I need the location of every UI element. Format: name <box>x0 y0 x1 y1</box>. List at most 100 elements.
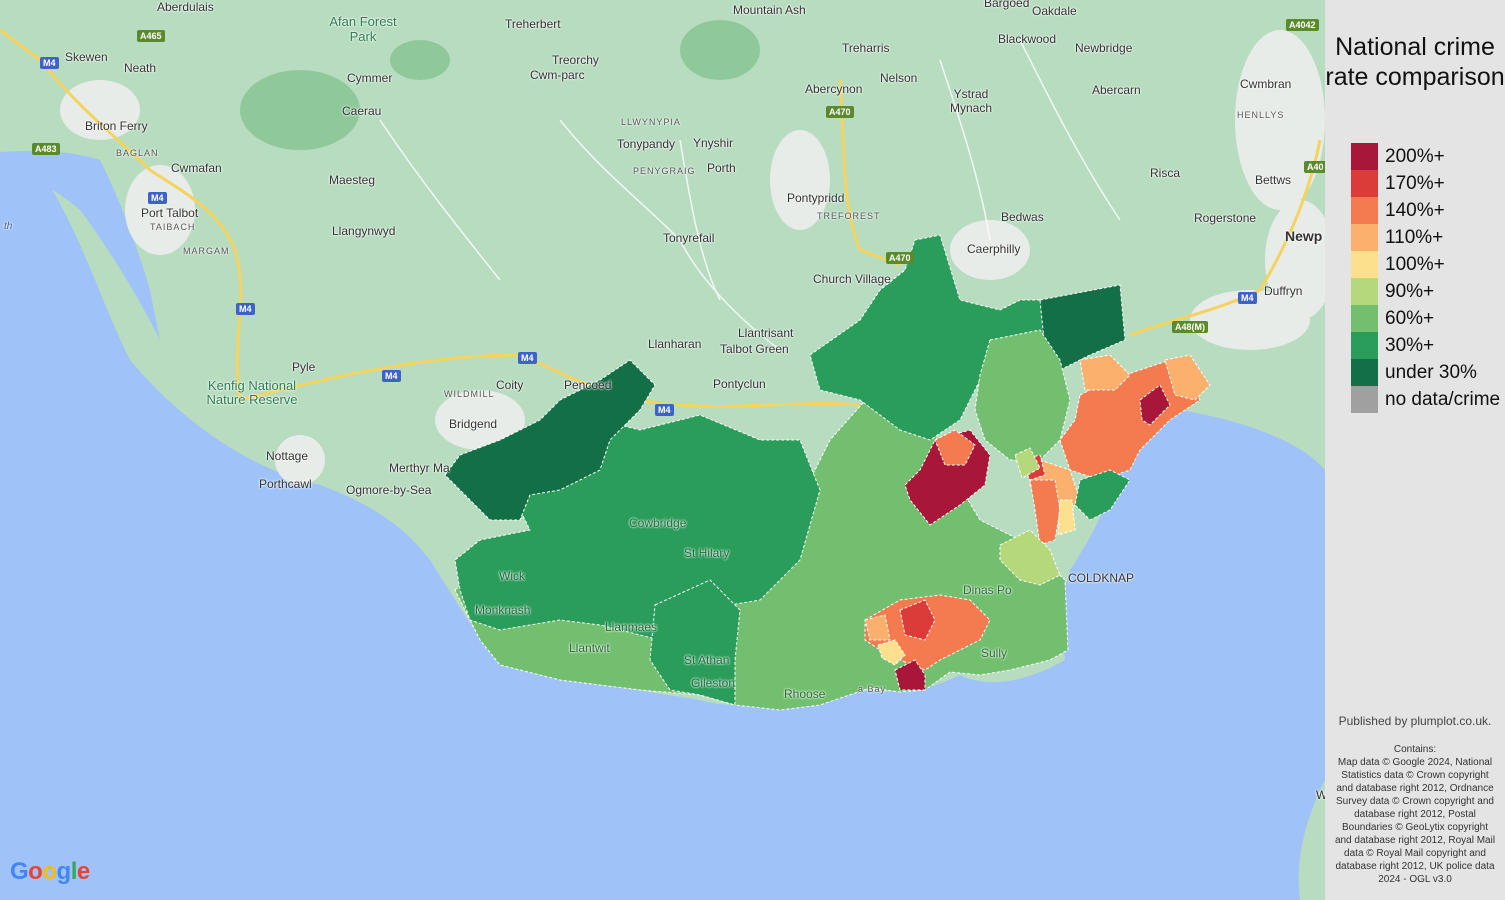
legend-swatch <box>1351 224 1378 251</box>
place-label: Bettws <box>1255 173 1292 187</box>
place-label: Llangynwyd <box>332 224 396 238</box>
place-label: Skewen <box>65 50 108 64</box>
place-label: Mountain Ash <box>733 3 806 17</box>
road-shield: M4 <box>1238 292 1257 304</box>
legend-swatch <box>1351 359 1378 386</box>
road-shield: M4 <box>655 404 674 416</box>
legend-item: 90%+ <box>1351 278 1434 305</box>
place-label: Pontyclun <box>713 377 766 391</box>
road-shield: A465 <box>137 30 165 42</box>
place-label: TREFOREST <box>817 211 881 221</box>
place-label: Merthyr Ma <box>389 461 450 475</box>
place-label: Ogmore-by-Sea <box>346 483 432 497</box>
place-label: Cwmbran <box>1240 77 1292 91</box>
legend-swatch <box>1351 197 1378 224</box>
place-label: Briton Ferry <box>85 119 148 133</box>
place-label: Gileston <box>691 676 736 690</box>
place-label: Tonyrefail <box>663 231 715 245</box>
legend-item: 30%+ <box>1351 332 1434 359</box>
legend-label: under 30% <box>1385 361 1477 383</box>
road-shield: A48(M) <box>1172 321 1209 333</box>
legend-label: 60%+ <box>1385 307 1435 329</box>
legend-item: under 30% <box>1351 359 1477 386</box>
legend-item: 140%+ <box>1351 197 1445 224</box>
legend-label: 100%+ <box>1385 253 1445 275</box>
place-label: LLWYNYPIA <box>621 117 681 127</box>
place-label: Aberdulais <box>157 0 214 14</box>
road-shield: A4042 <box>1286 19 1319 31</box>
place-label: Neath <box>124 61 157 75</box>
place-label: TAIBACH <box>150 222 196 232</box>
place-label: Rogerstone <box>1194 211 1257 225</box>
place-label: Cymmer <box>347 71 393 85</box>
place-label: Llanharan <box>648 337 702 351</box>
legend-label: 30%+ <box>1385 334 1435 356</box>
place-label: Newbridge <box>1075 41 1133 55</box>
place-label: Port Talbot <box>141 206 199 220</box>
road-shield: M4 <box>236 303 255 315</box>
road-shield: A470 <box>886 252 914 264</box>
place-label: St Hilary <box>684 546 730 560</box>
place-label: Nottage <box>266 449 309 463</box>
place-label: Ynyshir <box>693 136 734 150</box>
road-shield: A40 <box>1304 161 1325 173</box>
legend-item: 200%+ <box>1351 143 1445 170</box>
place-label: Nelson <box>880 71 918 85</box>
attribution-text: Contains: Map data © Google 2024, Nation… <box>1334 744 1496 885</box>
published-by: Published by plumplot.co.uk. <box>1338 714 1492 728</box>
place-label: Porth <box>707 161 736 175</box>
place-label: Abercarn <box>1092 83 1141 97</box>
road-shield: A470 <box>826 106 854 118</box>
place-label: Kenfig National Nature Reserve <box>206 378 298 407</box>
place-label: Coity <box>496 378 524 392</box>
legend-item: 110%+ <box>1351 224 1443 251</box>
place-label: WILDMILL <box>444 389 495 399</box>
place-label: Caerau <box>342 104 382 118</box>
place-label: Newp <box>1285 228 1323 244</box>
place-label: W <box>1316 788 1325 802</box>
google-logo: Google <box>10 858 90 885</box>
legend-label: no data/crime <box>1385 388 1501 410</box>
legend-item: 170%+ <box>1351 170 1445 197</box>
place-label: Monknash <box>475 603 531 617</box>
place-label: Oakdale <box>1032 4 1077 18</box>
place-label: Blackwood <box>998 32 1057 46</box>
place-label: Afan Forest Park <box>329 14 397 44</box>
place-label: Talbot Green <box>720 342 789 356</box>
place-label: Rhoose <box>784 687 826 701</box>
road-shield: M4 <box>148 192 167 204</box>
place-label: Pencoed <box>564 378 612 392</box>
place-label: PENYGRAIG <box>633 166 696 176</box>
place-label: St Athan <box>684 653 730 667</box>
legend-swatch <box>1351 305 1378 332</box>
place-label: Cwmafan <box>171 161 222 175</box>
place-label: Church Village <box>813 272 891 286</box>
place-label: Abercynon <box>805 82 863 96</box>
legend-swatch <box>1351 278 1378 305</box>
legend-swatch <box>1351 251 1378 278</box>
region-grangetown <box>1057 499 1076 536</box>
place-label: Caerphilly <box>967 242 1021 256</box>
place-label: Pontypridd <box>787 191 845 205</box>
place-label: Bargoed <box>984 0 1030 10</box>
legend-panel: National crime rate comparison 200%+ 170%… <box>1325 0 1505 900</box>
place-label: Wick <box>499 569 525 583</box>
place-label: th <box>4 221 13 232</box>
map-area[interactable]: Aberdulais Skewen Neath Afan Forest Park… <box>0 0 1325 900</box>
place-label: MARGAM <box>183 246 230 256</box>
place-label: Llantrisant <box>738 326 794 340</box>
place-label: Treorchy <box>552 53 599 67</box>
road-shield: A483 <box>32 143 60 155</box>
road-shield: M4 <box>518 352 537 364</box>
place-label: Bedwas <box>1001 210 1044 224</box>
legend-swatch <box>1351 170 1378 197</box>
place-label: Porthcawl <box>259 477 312 491</box>
legend-item: 100%+ <box>1351 251 1445 278</box>
road-shield: M4 <box>40 57 59 69</box>
place-label: Treharris <box>842 41 890 55</box>
legend-swatch <box>1351 143 1378 170</box>
place-label: Sully <box>981 646 1008 660</box>
legend-label: 200%+ <box>1385 145 1445 167</box>
place-label: COLDKNAP <box>1068 571 1135 585</box>
place-label: Cowbridge <box>629 516 687 530</box>
